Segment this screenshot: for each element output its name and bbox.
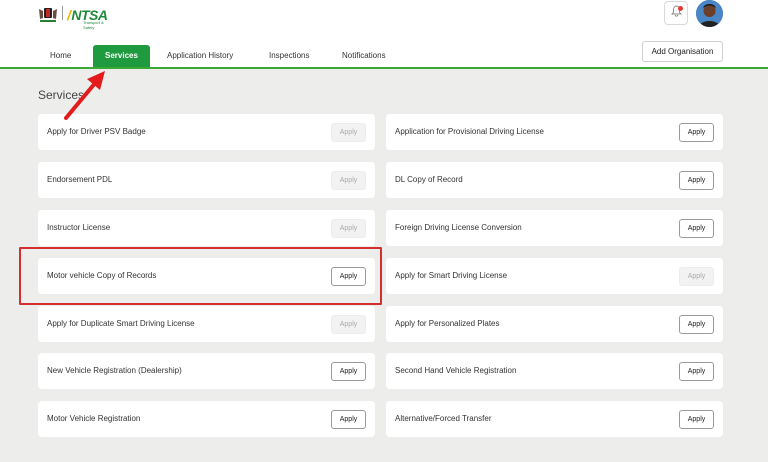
service-card: Alternative/Forced Transfer Apply [386, 401, 723, 437]
notification-button[interactable] [664, 1, 688, 25]
tab-services[interactable]: Services [93, 45, 150, 67]
apply-button[interactable]: Apply [331, 315, 366, 334]
service-name: Second Hand Vehicle Registration [395, 366, 517, 375]
service-card: Apply for Personalized Plates Apply [386, 306, 723, 342]
tab-notifications[interactable]: Notifications [342, 46, 386, 66]
kenya-coat-of-arms-logo [37, 5, 59, 23]
main-navigation: Home Services Application History Inspec… [0, 36, 768, 69]
service-name: Apply for Personalized Plates [395, 319, 500, 328]
service-name: Alternative/Forced Transfer [395, 414, 492, 423]
service-card: Motor vehicle Copy of Records Apply [38, 258, 375, 294]
service-card: Apply for Duplicate Smart Driving Licens… [38, 306, 375, 342]
service-card: Apply for Smart Driving License Apply [386, 258, 723, 294]
service-card: Second Hand Vehicle Registration Apply [386, 353, 723, 389]
top-bar: / NTSA Transport & Safety [0, 0, 768, 36]
service-name: Instructor License [47, 223, 111, 232]
apply-button[interactable]: Apply [679, 267, 714, 286]
service-name: Motor vehicle Copy of Records [47, 271, 157, 280]
apply-button[interactable]: Apply [679, 315, 714, 334]
tab-home[interactable]: Home [50, 46, 71, 66]
ntsa-logo: / NTSA Transport & Safety [67, 7, 108, 30]
service-name: Endorsement PDL [47, 175, 113, 184]
service-name: New Vehicle Registration (Dealership) [47, 366, 182, 375]
service-name: Foreign Driving License Conversion [395, 223, 522, 232]
service-card: Endorsement PDL Apply [38, 162, 375, 198]
apply-button[interactable]: Apply [679, 362, 714, 381]
service-name: Apply for Driver PSV Badge [47, 127, 146, 136]
service-card: Apply for Driver PSV Badge Apply [38, 114, 375, 150]
apply-button[interactable]: Apply [679, 219, 714, 238]
service-card: New Vehicle Registration (Dealership) Ap… [38, 353, 375, 389]
apply-button[interactable]: Apply [679, 123, 714, 142]
user-avatar[interactable] [696, 0, 723, 27]
service-name: Motor Vehicle Registration [47, 414, 141, 423]
service-name: Application for Provisional Driving Lice… [395, 127, 544, 136]
tab-inspections[interactable]: Inspections [269, 46, 309, 66]
service-name: Apply for Duplicate Smart Driving Licens… [47, 319, 195, 328]
service-name: DL Copy of Record [395, 175, 463, 184]
apply-button[interactable]: Apply [331, 123, 366, 142]
service-card: Motor Vehicle Registration Apply [38, 401, 375, 437]
service-name: Apply for Smart Driving License [395, 271, 508, 280]
service-card: Application for Provisional Driving Lice… [386, 114, 723, 150]
tab-application-history[interactable]: Application History [167, 46, 233, 66]
service-card: DL Copy of Record Apply [386, 162, 723, 198]
apply-button[interactable]: Apply [679, 410, 714, 429]
apply-button[interactable]: Apply [331, 410, 366, 429]
add-organisation-button[interactable]: Add Organisation [642, 41, 723, 62]
apply-button[interactable]: Apply [679, 171, 714, 190]
service-card: Instructor License Apply [38, 210, 375, 246]
apply-button[interactable]: Apply [331, 362, 366, 381]
apply-button[interactable]: Apply [331, 267, 366, 286]
apply-button[interactable]: Apply [331, 171, 366, 190]
logo-divider [62, 6, 63, 20]
apply-button[interactable]: Apply [331, 219, 366, 238]
page-title: Services [38, 88, 85, 102]
service-card: Foreign Driving License Conversion Apply [386, 210, 723, 246]
notification-dot [678, 6, 683, 11]
